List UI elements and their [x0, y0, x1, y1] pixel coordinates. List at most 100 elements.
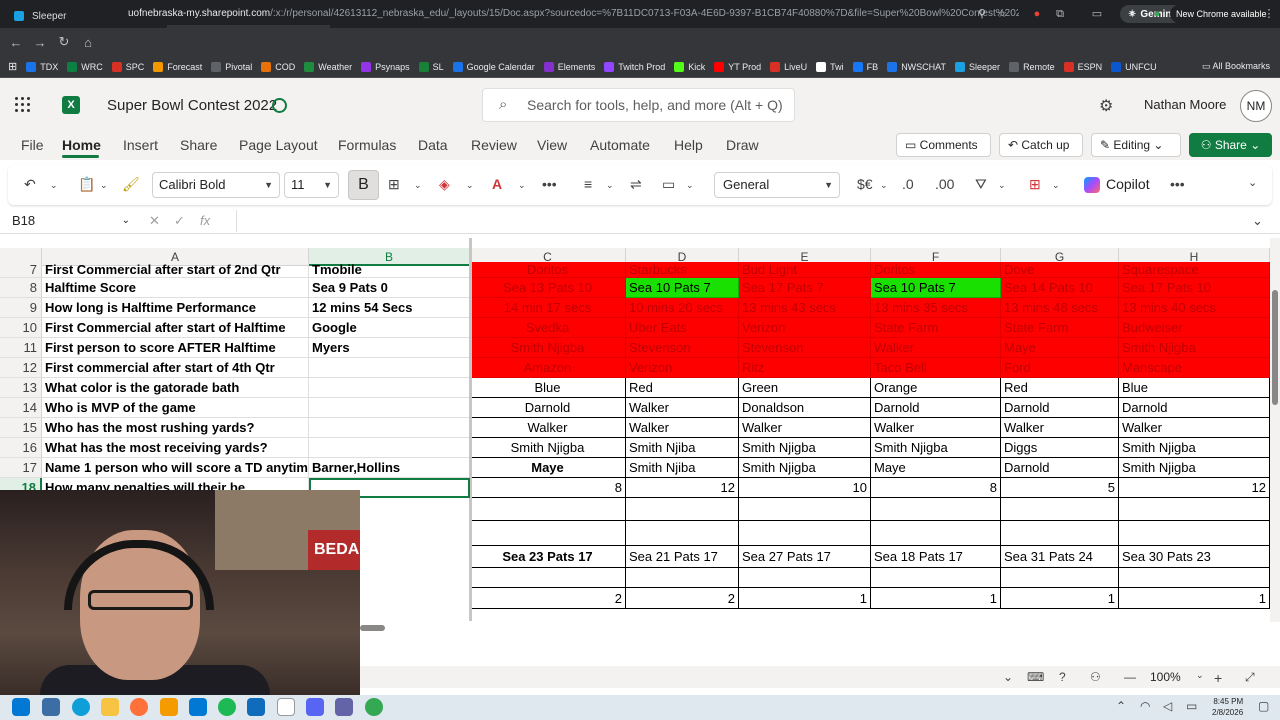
currency-icon[interactable]: $€ — [857, 176, 873, 192]
system-clock[interactable]: 8:45 PM 2/8/2026 — [1212, 696, 1243, 718]
grid-cell-c10[interactable]: Svedka — [470, 318, 626, 338]
grid-cell-g13[interactable]: Red — [1001, 378, 1119, 398]
bookmark-item[interactable]: Kick — [674, 61, 705, 72]
bookmark-item[interactable]: Elements — [543, 61, 595, 72]
grid-cell-f21[interactable]: Sea 18 Pats 17 — [871, 546, 1001, 568]
grid-cell-a9[interactable]: How long is Halftime Performance — [42, 298, 309, 318]
grid-cell-g8[interactable]: Sea 14 Pats 10 — [1001, 278, 1119, 298]
grid-cell-d13[interactable]: Red — [626, 378, 739, 398]
grid-cell-c13[interactable]: Blue — [470, 378, 626, 398]
mail-icon[interactable] — [247, 698, 265, 716]
bookmark-star-icon[interactable]: ☆ — [995, 7, 1009, 21]
extension-icon[interactable]: ● — [1030, 7, 1044, 21]
edge-icon[interactable] — [72, 698, 90, 716]
discord-icon[interactable] — [306, 698, 324, 716]
grid-cell-a15[interactable]: Who has the most rushing yards? — [42, 418, 309, 438]
ribbon-tab-help[interactable]: Help — [674, 137, 703, 153]
grid-cell-c22[interactable] — [470, 568, 626, 588]
catch-up-button[interactable]: ↶ Catch up — [999, 133, 1083, 157]
forward-icon[interactable]: → — [28, 35, 52, 50]
grid-cell-g15[interactable]: Walker — [1001, 418, 1119, 438]
grid-cell-f15[interactable]: Walker — [871, 418, 1001, 438]
bookmark-item[interactable]: Psynaps — [361, 61, 410, 72]
more-options-icon[interactable]: ••• — [1170, 176, 1185, 192]
grid-cell-e15[interactable]: Walker — [739, 418, 871, 438]
back-icon[interactable]: ← — [4, 35, 28, 50]
chevron-down-icon[interactable]: ⌄ — [518, 180, 526, 191]
grid-cell-c11[interactable]: Smith Njigba — [470, 338, 626, 358]
zoom-out-icon[interactable]: — — [1124, 670, 1136, 684]
grid-cell-h18[interactable]: 12 — [1119, 478, 1270, 498]
ribbon-tab-home[interactable]: Home — [62, 137, 101, 153]
zoom-in-icon[interactable]: + — [1214, 670, 1222, 686]
chevron-down-icon[interactable]: ⌄ — [1003, 670, 1013, 684]
format-painter-icon[interactable]: 🖌 — [122, 176, 140, 193]
grid-cell-h11[interactable]: Smith Njigba — [1119, 338, 1270, 358]
new-chrome-available-button[interactable]: New Chrome available — [1170, 5, 1273, 23]
chevron-down-icon[interactable]: ⌄ — [466, 180, 474, 191]
bookmark-item[interactable]: Google Calendar — [452, 61, 535, 72]
grid-cell-h22[interactable] — [1119, 568, 1270, 588]
row-header[interactable]: 11 — [0, 338, 42, 358]
apps-grid-icon[interactable]: ⊞ — [8, 60, 17, 73]
bold-button[interactable]: B — [348, 170, 379, 200]
grid-cell-e19[interactable] — [739, 498, 871, 521]
windows-start-icon[interactable] — [12, 698, 30, 716]
cancel-icon[interactable]: ✕ — [149, 213, 160, 229]
share-button[interactable]: ⚇ Share ⌄ — [1189, 133, 1272, 157]
grid-cell-f13[interactable]: Orange — [871, 378, 1001, 398]
grid-cell-c17[interactable]: Maye — [470, 458, 626, 478]
grid-cell-e18[interactable]: 10 — [739, 478, 871, 498]
ribbon-tab-formulas[interactable]: Formulas — [338, 137, 396, 153]
grid-cell-e10[interactable]: Verizon — [739, 318, 871, 338]
merge-icon[interactable]: ▭ — [662, 176, 675, 193]
grid-cell-f14[interactable]: Darnold — [871, 398, 1001, 418]
chevron-down-icon[interactable]: ⌄ — [606, 180, 614, 191]
grid-cell-c21[interactable]: Sea 23 Pats 17 — [470, 546, 626, 568]
grid-cell-d20[interactable] — [626, 521, 739, 546]
chevron-down-icon[interactable]: ⌄ — [998, 180, 1006, 191]
grid-cell-h20[interactable] — [1119, 521, 1270, 546]
grid-cell-g7[interactable]: Dove — [1001, 262, 1119, 278]
grid-cell-g16[interactable]: Diggs — [1001, 438, 1119, 458]
grid-cell-g22[interactable] — [1001, 568, 1119, 588]
grid-cell-f7[interactable]: Doritos — [871, 262, 1001, 278]
function-icon[interactable]: fx — [200, 213, 210, 228]
row-header[interactable]: 9 — [0, 298, 42, 318]
grid-cell-d8[interactable]: Sea 10 Pats 7 — [626, 278, 739, 298]
grid-cell-h7[interactable]: Squarespace — [1119, 262, 1270, 278]
comments-button[interactable]: ▭ Comments — [896, 133, 991, 157]
vertical-scrollbar[interactable] — [1270, 238, 1280, 622]
bookmark-item[interactable]: COD — [261, 61, 295, 72]
grid-cell-b16[interactable] — [309, 438, 470, 458]
bookmark-item[interactable]: TDX — [26, 61, 58, 72]
bookmark-item[interactable]: NWSCHAT — [887, 61, 946, 72]
spotify-icon[interactable] — [218, 698, 236, 716]
teams-icon[interactable] — [335, 698, 353, 716]
zoom-search-icon[interactable]: ⚲ — [975, 7, 989, 21]
grid-cell-d10[interactable]: Uber Eats — [626, 318, 739, 338]
grid-cell-d11[interactable]: Stevenson — [626, 338, 739, 358]
puzzle-icon[interactable]: ⧉ — [1053, 7, 1067, 21]
borders-icon[interactable]: ⊞ — [388, 176, 400, 193]
grid-cell-e7[interactable]: Bud Light — [739, 262, 871, 278]
row-header[interactable]: 17 — [0, 458, 42, 478]
search-input[interactable]: ⌕ Search for tools, help, and more (Alt … — [482, 88, 795, 122]
grid-cell-f18[interactable]: 8 — [871, 478, 1001, 498]
number-format-select[interactable]: General ▼ — [714, 172, 840, 198]
keyboard-icon[interactable]: ⌨ — [1027, 670, 1044, 684]
grid-cell-e11[interactable]: Stevenson — [739, 338, 871, 358]
bookmark-item[interactable]: Twitch Prod — [604, 61, 665, 72]
grid-cell-e8[interactable]: Sea 17 Pats 7 — [739, 278, 871, 298]
grid-cell-d22[interactable] — [626, 568, 739, 588]
menu-lines-icon[interactable]: ≡ — [1125, 7, 1139, 21]
chevron-down-icon[interactable]: ⌄ — [686, 180, 694, 191]
conditional-format-icon[interactable]: ⛛ — [975, 176, 987, 193]
grid-cell-b9[interactable]: 12 mins 54 Secs — [309, 298, 470, 318]
grid-cell-c23[interactable]: 2 — [470, 588, 626, 609]
kebab-menu-icon[interactable]: ⋮ — [1262, 7, 1276, 21]
grid-cell-g14[interactable]: Darnold — [1001, 398, 1119, 418]
grid-cell-b13[interactable] — [309, 378, 470, 398]
grid-cell-d21[interactable]: Sea 21 Pats 17 — [626, 546, 739, 568]
grid-cell-g23[interactable]: 1 — [1001, 588, 1119, 609]
